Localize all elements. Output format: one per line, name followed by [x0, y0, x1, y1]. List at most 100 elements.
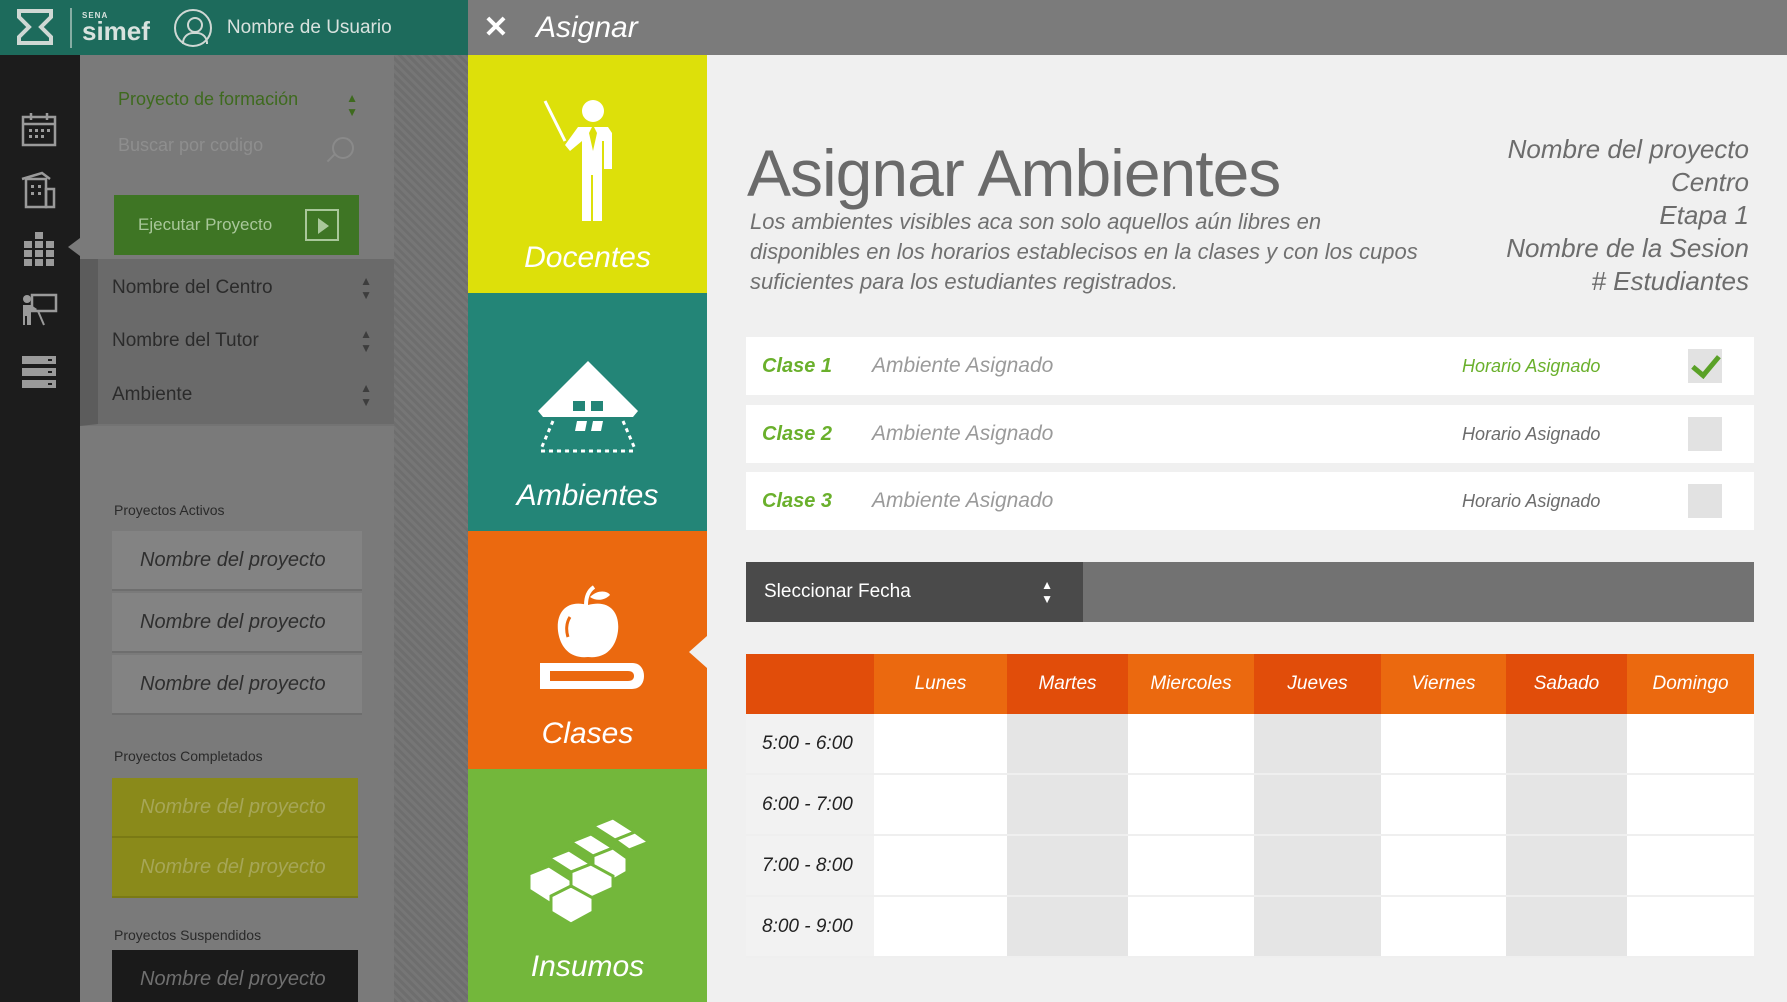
- schedule-cell[interactable]: [1627, 775, 1754, 834]
- close-icon[interactable]: ✕: [468, 0, 524, 55]
- schedule-corner: [746, 654, 874, 714]
- project-type-select[interactable]: Proyecto de formación ▲ ▼: [118, 89, 358, 119]
- filter-centro[interactable]: Nombre del Centro ▲ ▼: [80, 259, 394, 319]
- schedule-header: Lunes Martes Miercoles Jueves Viernes Sa…: [746, 654, 1754, 714]
- schedule-cell[interactable]: [1506, 836, 1627, 895]
- tab-ambientes[interactable]: Ambientes: [468, 293, 707, 531]
- grid-icon[interactable]: [20, 231, 58, 269]
- modal-header: ✕ Asignar: [468, 0, 1787, 55]
- search-input[interactable]: [118, 135, 318, 156]
- clase-ambiente: Ambiente Asignado: [872, 422, 1054, 445]
- schedule-cell[interactable]: [1381, 836, 1506, 895]
- schedule-cell[interactable]: [1627, 897, 1754, 956]
- app-header: SENA simef Nombre de Usuario: [0, 0, 468, 55]
- active-project-item[interactable]: Nombre del proyecto: [112, 655, 362, 715]
- schedule-cell[interactable]: [1627, 836, 1754, 895]
- assign-content: Asignar Ambientes Los ambientes visibles…: [707, 55, 1787, 1002]
- filter-tutor[interactable]: Nombre del Tutor ▲ ▼: [80, 312, 394, 372]
- clase-row-1[interactable]: Clase 1 Ambiente Asignado Horario Asigna…: [746, 337, 1754, 395]
- building-icon[interactable]: [20, 171, 58, 209]
- day-header: Lunes: [874, 654, 1007, 714]
- clase-ambiente: Ambiente Asignado: [872, 489, 1054, 512]
- tab-label: Clases: [541, 717, 634, 750]
- schedule-cell[interactable]: [1254, 714, 1381, 773]
- teacher-icon[interactable]: [20, 291, 58, 329]
- schedule-cell[interactable]: [1007, 775, 1128, 834]
- tab-label: Docentes: [524, 241, 651, 274]
- completed-project-item[interactable]: Nombre del proyecto: [112, 838, 358, 898]
- date-select[interactable]: Sleccionar Fecha ▲ ▼: [746, 562, 1083, 622]
- active-project-item[interactable]: Nombre del proyecto: [112, 531, 362, 591]
- schedule-cell[interactable]: [1627, 714, 1754, 773]
- schedule-cell[interactable]: [1128, 836, 1254, 895]
- day-header: Sabado: [1506, 654, 1627, 714]
- meta-centro: Centro: [1670, 167, 1749, 197]
- house-icon: [537, 361, 638, 453]
- schedule-cell[interactable]: [1007, 897, 1128, 956]
- sort-caret-icon: ▲ ▼: [360, 327, 372, 355]
- date-bar: Sleccionar Fecha ▲ ▼: [746, 562, 1754, 622]
- clase-checkbox[interactable]: [1688, 417, 1722, 451]
- schedule-cell[interactable]: [1128, 714, 1254, 773]
- tab-label: Insumos: [530, 950, 645, 983]
- filter-ambiente[interactable]: Ambiente ▲ ▼: [80, 366, 394, 426]
- calendar-icon[interactable]: [20, 111, 58, 149]
- schedule-cell[interactable]: [1128, 775, 1254, 834]
- clase-name: Clase 3: [762, 489, 833, 512]
- schedule-cell[interactable]: [1506, 714, 1627, 773]
- suspended-project-item[interactable]: Nombre del proyecto: [112, 950, 358, 1002]
- time-slot: 8:00 - 9:00: [746, 897, 874, 956]
- bricks-icon: [527, 816, 652, 926]
- clase-ambiente: Ambiente Asignado: [872, 354, 1054, 377]
- schedule-cell[interactable]: [1506, 897, 1627, 956]
- user-avatar-icon[interactable]: [173, 8, 212, 47]
- page-title: Asignar Ambientes: [747, 136, 1281, 210]
- clase-horario: Horario Asignado: [1462, 355, 1601, 376]
- run-project-button[interactable]: Ejecutar Proyecto: [114, 195, 359, 255]
- clase-checkbox[interactable]: [1688, 484, 1722, 518]
- tab-docentes[interactable]: Docentes: [468, 55, 707, 293]
- schedule-cell[interactable]: [1506, 775, 1627, 834]
- filter-label: Nombre del Centro: [112, 277, 273, 298]
- schedule-cell[interactable]: [874, 775, 1007, 834]
- schedule-cell[interactable]: [1007, 836, 1128, 895]
- schedule-cell[interactable]: [1254, 775, 1381, 834]
- run-project-label: Ejecutar Proyecto: [138, 215, 273, 234]
- schedule-cell[interactable]: [1381, 897, 1506, 956]
- schedule-cell[interactable]: [874, 836, 1007, 895]
- schedule-cell[interactable]: [1381, 714, 1506, 773]
- sena-x-logo-icon: [14, 7, 56, 49]
- schedule-row: 8:00 - 9:00: [746, 897, 1754, 958]
- clase-checkbox[interactable]: [1688, 349, 1722, 383]
- project-sidebar: Proyecto de formación ▲▼ Ejecutar Proyec…: [80, 55, 394, 1002]
- search-icon[interactable]: [332, 137, 354, 159]
- schedule-cell[interactable]: [874, 897, 1007, 956]
- time-slot: 7:00 - 8:00: [746, 836, 874, 895]
- clase-name: Clase 2: [762, 422, 833, 445]
- meta-project-name: Nombre del proyecto: [1507, 134, 1749, 164]
- username[interactable]: Nombre de Usuario: [227, 17, 392, 39]
- schedule-cell[interactable]: [874, 714, 1007, 773]
- clase-row-3[interactable]: Clase 3 Ambiente Asignado Horario Asigna…: [746, 472, 1754, 530]
- project-meta: Nombre del proyecto Centro Etapa 1 Nombr…: [1506, 133, 1749, 298]
- database-icon[interactable]: [20, 353, 58, 391]
- active-project-item[interactable]: Nombre del proyecto: [112, 593, 362, 653]
- schedule-cell[interactable]: [1254, 836, 1381, 895]
- tab-insumos[interactable]: Insumos: [468, 769, 707, 1002]
- day-header: Jueves: [1254, 654, 1381, 714]
- completed-project-item[interactable]: Nombre del proyecto: [112, 778, 358, 838]
- rail-active-indicator: [68, 238, 80, 256]
- schedule-cell[interactable]: [1381, 775, 1506, 834]
- clase-row-2[interactable]: Clase 2 Ambiente Asignado Horario Asigna…: [746, 405, 1754, 463]
- schedule-cell[interactable]: [1254, 897, 1381, 956]
- active-projects-title: Proyectos Activos: [114, 502, 225, 518]
- schedule-row: 6:00 - 7:00: [746, 775, 1754, 836]
- day-header: Martes: [1007, 654, 1128, 714]
- schedule-row: 7:00 - 8:00: [746, 836, 1754, 897]
- tab-clases[interactable]: Clases: [468, 531, 707, 769]
- sort-caret-icon: ▲ ▼: [360, 381, 372, 409]
- filter-label: Nombre del Tutor: [112, 330, 259, 351]
- schedule-cell[interactable]: [1007, 714, 1128, 773]
- schedule-cell[interactable]: [1128, 897, 1254, 956]
- modal-title: Asignar: [536, 10, 638, 44]
